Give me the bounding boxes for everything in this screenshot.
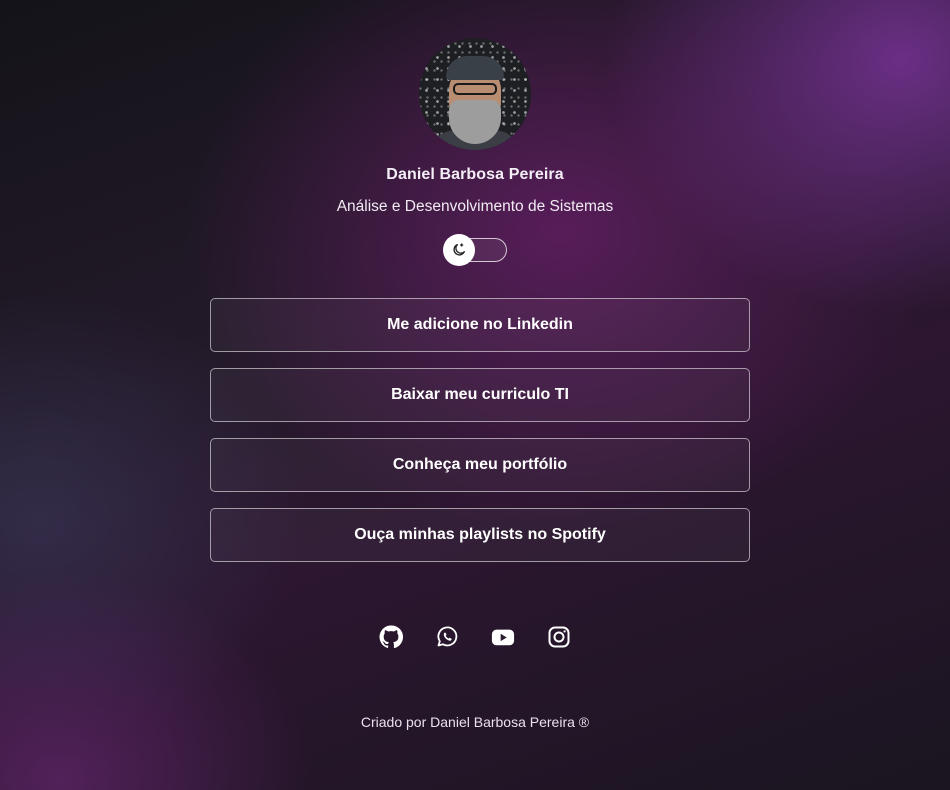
github-link[interactable] xyxy=(379,625,403,649)
profile-section: Daniel Barbosa Pereira Análise e Desenvo… xyxy=(0,38,950,266)
spotify-playlists-button[interactable]: Ouça minhas playlists no Spotify xyxy=(210,508,750,562)
whatsapp-link[interactable] xyxy=(435,625,459,649)
social-links xyxy=(0,625,950,649)
avatar-cap xyxy=(446,56,504,80)
footer-credit: Criado por Daniel Barbosa Pereira ® xyxy=(360,714,590,730)
avatar-glasses xyxy=(453,83,497,95)
theme-toggle-knob[interactable] xyxy=(443,234,475,266)
instagram-icon xyxy=(548,626,570,648)
youtube-icon xyxy=(491,629,515,646)
download-resume-button[interactable]: Baixar meu curriculo TI xyxy=(210,368,750,422)
whatsapp-icon xyxy=(437,626,458,647)
portfolio-button[interactable]: Conheça meu portfólio xyxy=(210,438,750,492)
avatar xyxy=(419,38,531,150)
moon-icon xyxy=(453,243,465,256)
youtube-link[interactable] xyxy=(491,625,515,649)
linkedin-button[interactable]: Me adicione no Linkedin xyxy=(210,298,750,352)
profile-name: Daniel Barbosa Pereira xyxy=(386,166,564,183)
profile-subtitle: Análise e Desenvolvimento de Sistemas xyxy=(336,198,614,215)
link-list: Me adicione no Linkedin Baixar meu curri… xyxy=(210,298,750,562)
instagram-link[interactable] xyxy=(547,625,571,649)
github-icon xyxy=(379,625,403,649)
theme-toggle[interactable] xyxy=(443,234,507,266)
